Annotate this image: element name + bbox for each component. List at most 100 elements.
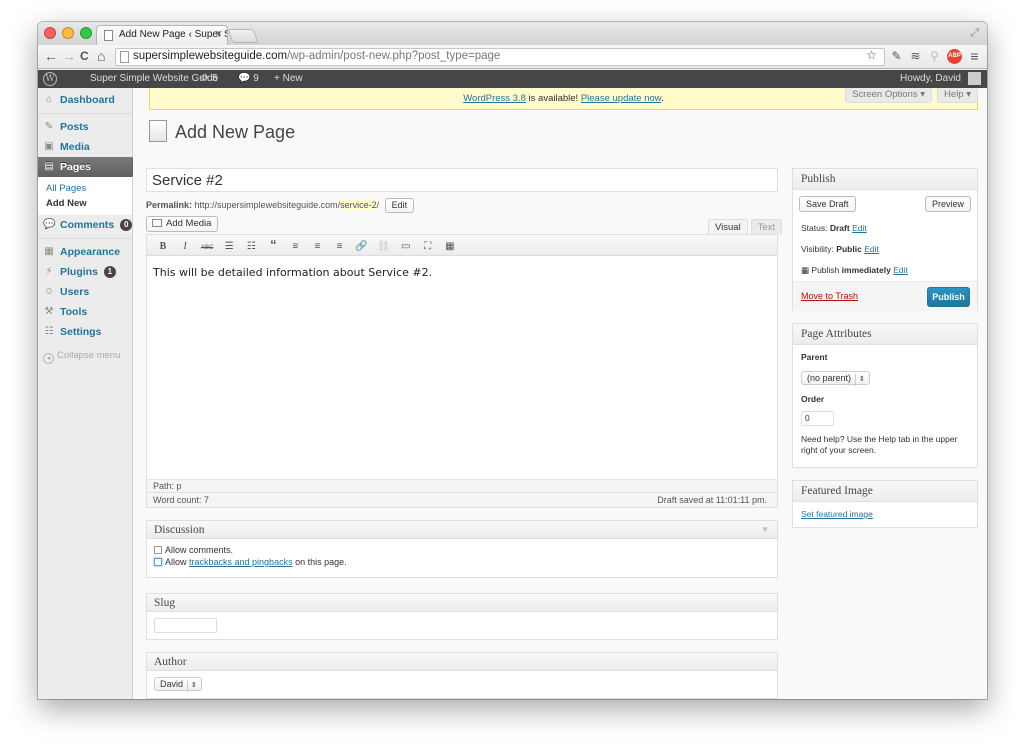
- close-tab-icon[interactable]: ×: [216, 28, 222, 40]
- avatar[interactable]: [968, 72, 981, 85]
- address-bar[interactable]: supersimplewebsiteguide.com/wp-admin/pos…: [115, 48, 885, 66]
- edit-schedule-link[interactable]: Edit: [893, 265, 908, 275]
- add-media-button[interactable]: Add Media: [146, 216, 219, 232]
- howdy-user-link[interactable]: Howdy, David: [900, 73, 961, 84]
- sidebar-item-appearance[interactable]: ▦ Appearance: [38, 242, 132, 262]
- status-label: Status:: [801, 223, 828, 233]
- tab-text[interactable]: Text: [750, 219, 783, 235]
- allow-pings-row: Allow trackbacks and pingbacks on this p…: [154, 557, 770, 567]
- new-tab-button[interactable]: [227, 29, 259, 43]
- permalink-slug[interactable]: service-2: [340, 199, 377, 210]
- sidebar-item-comments[interactable]: 💬 Comments 0: [38, 215, 133, 235]
- bookmark-star-icon[interactable]: ☆: [864, 48, 879, 63]
- pages-icon: [149, 120, 167, 142]
- bold-icon[interactable]: B: [155, 240, 171, 254]
- home-icon[interactable]: ⌂: [97, 48, 105, 64]
- featured-image-header[interactable]: Featured Image: [793, 481, 977, 502]
- sidebar-item-tools[interactable]: ⚒ Tools: [38, 302, 132, 322]
- extension-icon[interactable]: ⚲: [927, 49, 942, 64]
- editor-content[interactable]: This will be detailed information about …: [147, 256, 777, 289]
- reload-icon[interactable]: C: [80, 48, 89, 64]
- sidebar-item-plugins[interactable]: ⚡ Plugins 1: [38, 262, 132, 282]
- collapse-menu-label: Collapse menu: [57, 350, 121, 361]
- version-link[interactable]: WordPress 3.8: [463, 93, 526, 104]
- submenu-add-new[interactable]: Add New: [46, 196, 132, 211]
- edit-status-link[interactable]: Edit: [852, 223, 867, 233]
- edit-permalink-button[interactable]: Edit: [384, 198, 415, 213]
- zoom-window-button[interactable]: [80, 27, 92, 39]
- update-now-link[interactable]: Please update now: [581, 93, 661, 104]
- discussion-header[interactable]: Discussion ▼: [147, 521, 777, 539]
- parent-select-row: (no parent) ⇕: [793, 371, 977, 386]
- slug-input[interactable]: [154, 618, 217, 633]
- insert-link-icon[interactable]: 🔗: [354, 240, 370, 254]
- numbered-list-icon[interactable]: ☷: [243, 240, 259, 254]
- site-name-link[interactable]: Super Simple Website Guide: [90, 73, 218, 84]
- wordpress-logo-icon[interactable]: W: [43, 72, 57, 86]
- extension-icon[interactable]: ✎: [889, 49, 904, 64]
- sidebar-item-users[interactable]: ☺ Users: [38, 282, 132, 302]
- media-icon: [152, 219, 162, 227]
- publish-footer: Move to Trash Publish: [793, 281, 977, 311]
- unlink-icon[interactable]: ⛓: [376, 240, 392, 254]
- back-icon[interactable]: ←: [44, 48, 58, 64]
- users-icon: ☺: [43, 286, 55, 297]
- parent-select[interactable]: (no parent) ⇕: [801, 371, 870, 386]
- publish-button[interactable]: Publish: [927, 287, 970, 307]
- sidebar-item-settings[interactable]: ☷ Settings: [38, 322, 132, 342]
- chrome-menu-icon[interactable]: ≡: [967, 49, 982, 64]
- adblock-icon[interactable]: ABP: [947, 49, 962, 64]
- trackbacks-link[interactable]: trackbacks and pingbacks: [189, 557, 293, 567]
- close-window-button[interactable]: [44, 27, 56, 39]
- save-draft-button[interactable]: Save Draft: [799, 196, 856, 212]
- author-select[interactable]: David ⇕: [154, 677, 202, 692]
- allow-comments-checkbox[interactable]: [154, 546, 162, 554]
- toggle-arrow-icon[interactable]: ▼: [761, 525, 769, 534]
- slug-header[interactable]: Slug: [147, 594, 777, 612]
- screen-options-button[interactable]: Screen Options ▾: [845, 88, 932, 103]
- align-right-icon[interactable]: ≡: [332, 240, 348, 254]
- forward-icon[interactable]: →: [62, 48, 76, 64]
- author-header[interactable]: Author: [147, 653, 777, 671]
- buffer-extension-icon[interactable]: ≋: [908, 49, 923, 64]
- sidebar-item-label: Comments: [60, 219, 115, 231]
- new-content-link[interactable]: + New: [274, 73, 303, 84]
- blockquote-icon[interactable]: “: [265, 238, 281, 252]
- kitchen-sink-icon[interactable]: ▦: [442, 240, 458, 254]
- preview-button[interactable]: Preview: [924, 196, 971, 212]
- tab-visual[interactable]: Visual: [708, 219, 748, 235]
- sidebar-item-pages[interactable]: ▤ Pages: [38, 157, 141, 177]
- comments-link[interactable]: 💬 9: [238, 73, 259, 84]
- help-button[interactable]: Help ▾: [937, 88, 978, 103]
- bullet-list-icon[interactable]: ☰: [221, 240, 237, 254]
- align-center-icon[interactable]: ≡: [309, 240, 325, 254]
- allow-pings-checkbox[interactable]: [154, 558, 162, 566]
- notice-text: is available!: [525, 93, 581, 104]
- publish-header[interactable]: Publish: [793, 169, 977, 190]
- fullscreen-icon[interactable]: ⛶: [420, 240, 436, 254]
- edit-visibility-link[interactable]: Edit: [864, 244, 879, 254]
- order-input[interactable]: 0: [801, 411, 834, 426]
- title-input[interactable]: Service #2: [146, 168, 778, 192]
- editor-toolbar: B I ABC ☰ ☷ “ ≡ ≡ ≡ 🔗 ⛓ ▭ ⛶ ▦: [147, 235, 777, 256]
- sidebar-item-dashboard[interactable]: ⌂ Dashboard: [38, 90, 132, 110]
- updates-link[interactable]: ⟳ 5: [201, 73, 218, 84]
- submenu-all-pages[interactable]: All Pages: [46, 181, 132, 196]
- sidebar-item-posts[interactable]: ✎ Posts: [38, 117, 132, 137]
- minimize-window-button[interactable]: [62, 27, 74, 39]
- strikethrough-icon[interactable]: ABC: [199, 241, 215, 255]
- sidebar-item-media[interactable]: ▣ Media: [38, 137, 132, 157]
- visibility-value: Public: [836, 244, 862, 254]
- browser-tab[interactable]: Add New Page ‹ Super Simp ×: [96, 25, 228, 45]
- fullscreen-icon[interactable]: ⤢: [970, 27, 979, 40]
- url-host: supersimplewebsiteguide.com: [133, 50, 288, 62]
- page-attributes-header[interactable]: Page Attributes: [793, 324, 977, 345]
- collapse-menu-button[interactable]: ◂ Collapse menu: [38, 342, 132, 364]
- page-attributes-title: Page Attributes: [801, 328, 872, 340]
- move-to-trash-link[interactable]: Move to Trash: [801, 291, 858, 301]
- set-featured-image-link[interactable]: Set featured image: [801, 509, 873, 519]
- read-more-icon[interactable]: ▭: [398, 240, 414, 254]
- italic-icon[interactable]: I: [177, 240, 193, 254]
- publish-actions: Save Draft Preview: [793, 190, 977, 218]
- align-left-icon[interactable]: ≡: [287, 240, 303, 254]
